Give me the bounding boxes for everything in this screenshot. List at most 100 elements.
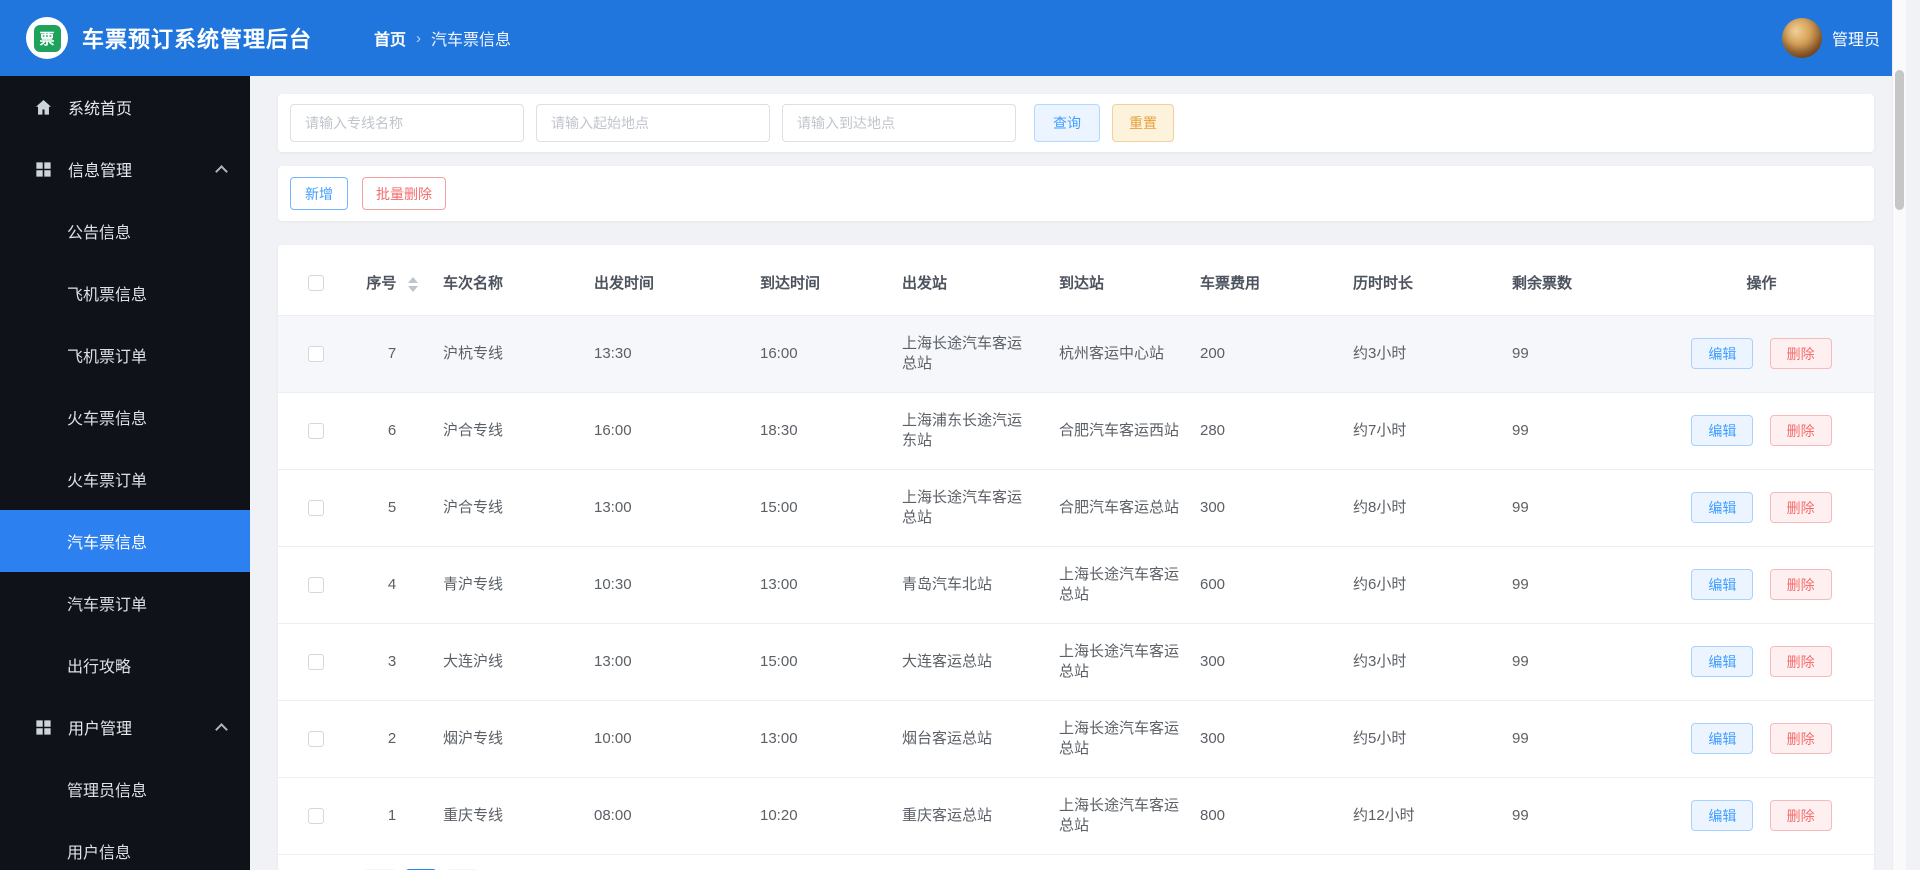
cell-checkbox bbox=[278, 700, 353, 778]
cell-to: 上海长途汽车客运总站 bbox=[1047, 777, 1188, 855]
sidebar-subitem[interactable]: 火车票信息 bbox=[0, 386, 250, 448]
home-icon bbox=[34, 98, 53, 117]
edit-button[interactable]: 编辑 bbox=[1691, 338, 1754, 369]
delete-button[interactable]: 删除 bbox=[1769, 492, 1832, 523]
cell-price: 300 bbox=[1188, 700, 1341, 778]
cell-actions: 编辑 删除 bbox=[1649, 469, 1874, 547]
avatar[interactable] bbox=[1781, 18, 1822, 58]
scrollbar-thumb[interactable] bbox=[1895, 70, 1904, 210]
edit-button[interactable]: 编辑 bbox=[1691, 723, 1754, 754]
sidebar-item-label: 系统首页 bbox=[68, 101, 133, 118]
cell-from: 青岛汽车北站 bbox=[890, 546, 1047, 624]
table-row: 2 烟沪专线 10:00 13:00 烟台客运总站 上海长途汽车客运总站 300… bbox=[278, 700, 1874, 778]
cell-duration: 约8小时 bbox=[1341, 469, 1500, 547]
user-name[interactable]: 管理员 bbox=[1832, 26, 1880, 50]
edit-button[interactable]: 编辑 bbox=[1691, 800, 1754, 831]
edit-button[interactable]: 编辑 bbox=[1691, 415, 1754, 446]
breadcrumb-home[interactable]: 首页 bbox=[374, 26, 406, 50]
cell-name: 青沪专线 bbox=[431, 546, 582, 624]
sidebar-group-user[interactable]: 用户管理 bbox=[0, 696, 250, 758]
sidebar-subitem[interactable]: 用户信息 bbox=[0, 820, 250, 870]
delete-button[interactable]: 删除 bbox=[1769, 338, 1832, 369]
table-row: 5 沪合专线 13:00 15:00 上海长途汽车客运总站 合肥汽车客运总站 3… bbox=[278, 469, 1874, 547]
sidebar-subitem-label: 火车票订单 bbox=[67, 473, 148, 490]
sidebar-subitem[interactable]: 公告信息 bbox=[0, 200, 250, 262]
cell-remaining: 99 bbox=[1500, 315, 1649, 393]
scrollbar[interactable] bbox=[1892, 0, 1906, 870]
delete-button[interactable]: 删除 bbox=[1769, 800, 1832, 831]
cell-from: 上海长途汽车客运总站 bbox=[890, 469, 1047, 547]
reset-button[interactable]: 重置 bbox=[1112, 104, 1174, 142]
table-header-row: 序号 车次名称 出发时间 到达时间 出发站 到达站 车票费用 历时时长 剩余票数… bbox=[278, 251, 1874, 316]
cell-depart: 10:00 bbox=[582, 700, 748, 778]
cell-from: 上海长途汽车客运总站 bbox=[890, 315, 1047, 393]
grid-icon bbox=[34, 718, 53, 737]
sidebar-subitem[interactable]: 出行攻略 bbox=[0, 634, 250, 696]
cell-to: 上海长途汽车客运总站 bbox=[1047, 546, 1188, 624]
cell-depart: 13:00 bbox=[582, 623, 748, 701]
row-checkbox[interactable] bbox=[307, 422, 324, 439]
delete-button[interactable]: 删除 bbox=[1769, 723, 1832, 754]
end-location-input[interactable] bbox=[782, 104, 1016, 142]
sidebar-subitem-label: 飞机票订单 bbox=[67, 349, 148, 366]
row-checkbox[interactable] bbox=[307, 576, 324, 593]
batch-delete-button[interactable]: 批量删除 bbox=[362, 177, 446, 210]
sidebar-subitem[interactable]: 汽车票订单 bbox=[0, 572, 250, 634]
edit-button[interactable]: 编辑 bbox=[1691, 569, 1754, 600]
chevron-up-icon bbox=[215, 723, 228, 736]
sidebar-group-info[interactable]: 信息管理 bbox=[0, 138, 250, 200]
cell-actions: 编辑 删除 bbox=[1649, 777, 1874, 855]
start-location-input[interactable] bbox=[536, 104, 770, 142]
cell-to: 杭州客运中心站 bbox=[1047, 315, 1188, 393]
app-logo-icon: 票 bbox=[26, 17, 68, 59]
cell-depart: 13:30 bbox=[582, 315, 748, 393]
sort-carets-icon[interactable] bbox=[407, 276, 418, 292]
cell-duration: 约3小时 bbox=[1341, 623, 1500, 701]
header-depart: 出发时间 bbox=[582, 251, 748, 316]
cell-name: 大连沪线 bbox=[431, 623, 582, 701]
cell-actions: 编辑 删除 bbox=[1649, 546, 1874, 624]
cell-arrive: 13:00 bbox=[748, 546, 890, 624]
add-button[interactable]: 新增 bbox=[290, 177, 348, 210]
cell-name: 沪杭专线 bbox=[431, 315, 582, 393]
sidebar-subitem[interactable]: 飞机票信息 bbox=[0, 262, 250, 324]
cell-seq: 1 bbox=[353, 777, 431, 855]
cell-checkbox bbox=[278, 623, 353, 701]
sidebar-subitem[interactable]: 火车票订单 bbox=[0, 448, 250, 510]
sidebar-subitem[interactable]: 汽车票信息 bbox=[0, 510, 250, 572]
row-checkbox[interactable] bbox=[307, 653, 324, 670]
header-checkbox-cell bbox=[278, 251, 353, 316]
sidebar-subitem[interactable]: 管理员信息 bbox=[0, 758, 250, 820]
cell-arrive: 10:20 bbox=[748, 777, 890, 855]
sidebar-subitem-label: 汽车票订单 bbox=[67, 597, 148, 614]
delete-button[interactable]: 删除 bbox=[1769, 415, 1832, 446]
sidebar-subitem-label: 出行攻略 bbox=[67, 659, 132, 676]
query-button[interactable]: 查询 bbox=[1034, 104, 1100, 142]
cell-name: 沪合专线 bbox=[431, 392, 582, 470]
row-checkbox[interactable] bbox=[307, 807, 324, 824]
delete-button[interactable]: 删除 bbox=[1769, 569, 1832, 600]
edit-button[interactable]: 编辑 bbox=[1691, 492, 1754, 523]
sidebar-group-label: 信息管理 bbox=[68, 163, 133, 180]
chevron-up-icon bbox=[215, 165, 228, 178]
delete-button[interactable]: 删除 bbox=[1769, 646, 1832, 677]
sidebar-subitem[interactable]: 飞机票订单 bbox=[0, 324, 250, 386]
cell-remaining: 99 bbox=[1500, 623, 1649, 701]
toolbar-panel: 新增 批量删除 bbox=[278, 166, 1874, 221]
row-checkbox[interactable] bbox=[307, 499, 324, 516]
sidebar-subitem-label: 管理员信息 bbox=[67, 783, 148, 800]
line-name-input[interactable] bbox=[290, 104, 524, 142]
row-checkbox[interactable] bbox=[307, 730, 324, 747]
cell-checkbox bbox=[278, 392, 353, 470]
select-all-checkbox[interactable] bbox=[307, 275, 324, 292]
app-root: 票 车票预订系统管理后台 首页 › 汽车票信息 管理员 系统首页 信息管理 公告… bbox=[0, 0, 1906, 870]
cell-arrive: 15:00 bbox=[748, 469, 890, 547]
cell-to: 上海长途汽车客运总站 bbox=[1047, 623, 1188, 701]
bus-ticket-table: 序号 车次名称 出发时间 到达时间 出发站 到达站 车票费用 历时时长 剩余票数… bbox=[278, 251, 1874, 855]
cell-name: 重庆专线 bbox=[431, 777, 582, 855]
sidebar-item-home[interactable]: 系统首页 bbox=[0, 76, 250, 138]
edit-button[interactable]: 编辑 bbox=[1691, 646, 1754, 677]
header-price: 车票费用 bbox=[1188, 251, 1341, 316]
row-checkbox[interactable] bbox=[307, 345, 324, 362]
cell-duration: 约3小时 bbox=[1341, 315, 1500, 393]
